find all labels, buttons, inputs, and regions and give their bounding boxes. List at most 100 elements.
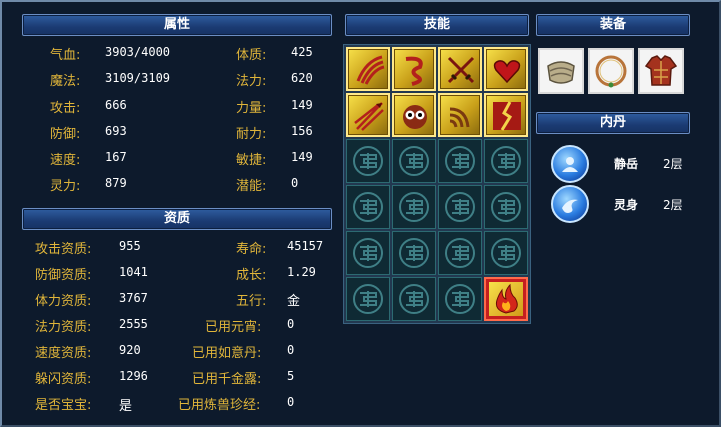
attr-value: 666 [105,98,127,112]
attr-label: 灵力: [50,179,81,194]
neidan-item-2-icon[interactable] [551,185,589,223]
empty-skill-slot[interactable] [438,277,482,321]
bracer-icon [547,61,575,84]
aptitude-label: 已用千金露: [192,372,262,387]
aptitude-value: 955 [119,239,141,253]
aptitude-label: 已用如意丹: [192,346,262,361]
aptitude-label: 寿命: [236,242,267,257]
skills-header: 技能 [345,14,529,36]
empty-slot-emblem-icon [353,192,383,222]
neidan-name: 静岳 [614,157,639,171]
attr-label: 潜能: [236,179,267,194]
empty-skill-slot[interactable] [346,277,390,321]
attr-label: 力量: [236,101,267,116]
red-crack-icon [493,101,521,131]
empty-slot-emblem-icon [491,146,521,176]
aptitude-value: 920 [119,343,141,357]
empty-skill-slot[interactable] [392,185,436,229]
skill-slot[interactable] [392,47,436,91]
skill-slot[interactable] [346,93,390,137]
skill-slot[interactable] [346,47,390,91]
empty-skill-slot[interactable] [392,231,436,275]
aptitude-label: 已用元宵: [205,320,262,335]
triple-spear-icon [354,102,384,131]
empty-skill-slot[interactable] [438,139,482,183]
neidan-header: 内丹 [536,112,690,134]
skill-slot[interactable] [484,47,528,91]
neidan-level: 2层 [663,157,683,171]
aptitude-label: 法力资质: [35,320,92,335]
attr-label: 速度: [50,153,81,168]
aptitude-value: 是 [119,399,133,414]
aptitude-value: 5 [287,369,295,383]
skill-slot[interactable] [392,93,436,137]
special-skill-frame [489,282,523,316]
attr-label: 气血: [50,48,81,63]
aptitude-value: 45157 [287,239,324,253]
empty-skill-slot[interactable] [484,231,528,275]
empty-slot-emblem-icon [445,146,475,176]
skill-slot[interactable] [438,47,482,91]
empty-skill-slot[interactable] [346,139,390,183]
ring-necklace-icon [595,55,627,88]
empty-skill-slot[interactable] [346,231,390,275]
empty-slot-emblem-icon [445,238,475,268]
equip-slot-bracer[interactable] [538,48,584,94]
aptitude-label: 五行: [236,294,267,309]
heart-icon [493,60,521,84]
aptitude-label: 速度资质: [35,346,92,361]
skill-slot[interactable] [438,93,482,137]
aptitude-label: 已用炼兽珍经: [178,398,261,413]
aptitude-value: 3767 [119,291,148,305]
skill-grid [343,44,531,324]
skill-slot[interactable] [484,93,528,137]
attr-value: 425 [291,45,313,59]
attr-value: 167 [105,150,127,164]
pet-info-window: 属性 气血: 3903/4000 魔法: 3109/3109 攻击: 666 防… [0,0,721,427]
aptitude-label: 是否宝宝: [35,398,92,413]
attr-value: 0 [291,176,299,190]
equip-slot-ring[interactable] [588,48,634,94]
aptitude-value: 0 [287,317,295,331]
empty-slot-emblem-icon [491,192,521,222]
aptitude-value: 金 [287,294,301,309]
empty-skill-slot[interactable] [484,139,528,183]
empty-skill-slot[interactable] [392,277,436,321]
aptitude-label: 躲闪资质: [35,372,92,387]
aptitude-value: 2555 [119,317,148,331]
attr-label: 敏捷: [236,153,267,168]
empty-skill-slot[interactable] [346,185,390,229]
owl-face-icon [403,105,427,129]
fire-icon [495,283,518,314]
empty-slot-emblem-icon [399,192,429,222]
empty-skill-slot[interactable] [438,231,482,275]
attr-value: 620 [291,71,313,85]
empty-skill-slot[interactable] [392,139,436,183]
attr-value: 693 [105,124,127,138]
attr-value: 3109/3109 [105,71,171,85]
special-skill-slot[interactable] [484,277,528,321]
attr-label: 体质: [236,48,267,63]
blue-orb-icon [562,157,578,172]
neidan-item-1-icon[interactable] [551,145,589,183]
empty-slot-emblem-icon [353,284,383,314]
attr-label: 防御: [50,127,81,142]
empty-slot-emblem-icon [445,284,475,314]
attr-value: 156 [291,124,313,138]
aptitude-label: 攻击资质: [35,242,92,257]
blue-orb-icon [562,199,578,213]
aptitude-value: 1.29 [287,265,316,279]
empty-slot-emblem-icon [491,238,521,268]
attr-label: 攻击: [50,101,81,116]
empty-slot-emblem-icon [399,238,429,268]
attr-value: 149 [291,98,313,112]
aptitude-label: 体力资质: [35,294,92,309]
empty-skill-slot[interactable] [438,185,482,229]
equip-slot-armor[interactable] [638,48,684,94]
red-sash-icon [405,56,423,86]
armor-icon [644,55,678,86]
aptitude-label: 防御资质: [35,268,92,283]
empty-skill-slot[interactable] [484,185,528,229]
claw-slash-icon [356,55,385,85]
attr-label: 魔法: [50,74,81,89]
